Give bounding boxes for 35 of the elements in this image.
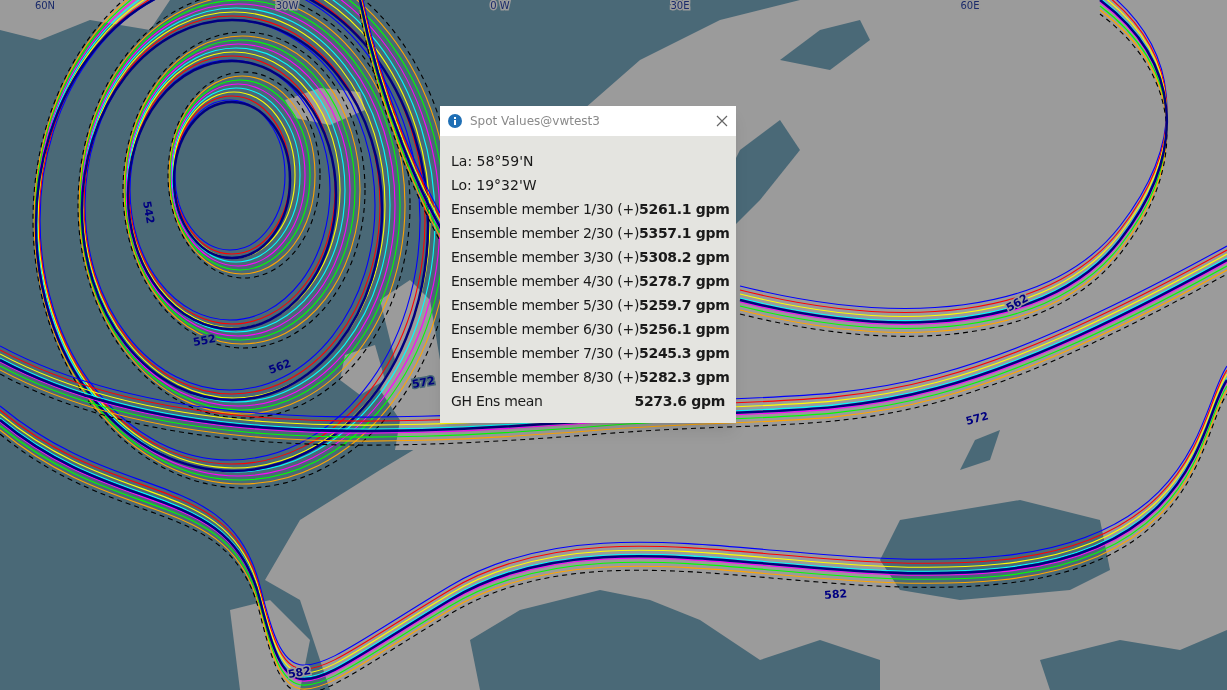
- row-value: 5357.1 gpm: [639, 224, 730, 243]
- grid-label: 60N: [34, 0, 56, 11]
- row-label: Ensemble member 8/30 (+): [451, 368, 640, 387]
- contour-label: 582: [286, 664, 312, 681]
- info-icon: [448, 114, 462, 128]
- row-label: Ensemble member 5/30 (+): [451, 296, 640, 315]
- window-title: Spot Values@vwtest3: [470, 113, 601, 130]
- row-label: Ensemble member 3/30 (+): [451, 248, 640, 267]
- row-label: GH Ens mean: [451, 392, 543, 411]
- grid-label: 30E: [670, 0, 690, 11]
- row-label: Ensemble member 7/30 (+): [451, 344, 640, 363]
- row-label: Ensemble member 4/30 (+): [451, 272, 640, 291]
- row-value: 5278.7 gpm: [639, 272, 730, 291]
- contour-label: 572: [410, 374, 436, 391]
- row-value: 5282.3 gpm: [639, 368, 730, 387]
- latitude-text: La: 58°59'N: [451, 152, 534, 171]
- row-label: Ensemble member 1/30 (+): [451, 200, 640, 219]
- row-label: Ensemble member 6/30 (+): [451, 320, 640, 339]
- contour-label: 572: [964, 409, 990, 428]
- row-value: 5308.2 gpm: [639, 248, 730, 267]
- contour-label: 562: [266, 356, 293, 377]
- row-value: 5256.1 gpm: [639, 320, 730, 339]
- close-icon[interactable]: [716, 115, 728, 127]
- contour-label: 542: [140, 199, 157, 225]
- contour-label: 582: [823, 587, 848, 602]
- contour-label: 562: [1004, 291, 1031, 315]
- contour-label: 552: [191, 332, 217, 349]
- row-value: 5273.6 gpm: [634, 392, 725, 411]
- row-label: Ensemble member 2/30 (+): [451, 224, 640, 243]
- longitude-text: Lo: 19°32'W: [451, 176, 537, 195]
- row-value: 5261.1 gpm: [639, 200, 730, 219]
- row-value: 5259.7 gpm: [639, 296, 730, 315]
- grid-label: 0 W: [490, 0, 510, 11]
- grid-label: 60E: [960, 0, 980, 11]
- row-value: 5245.3 gpm: [639, 344, 730, 363]
